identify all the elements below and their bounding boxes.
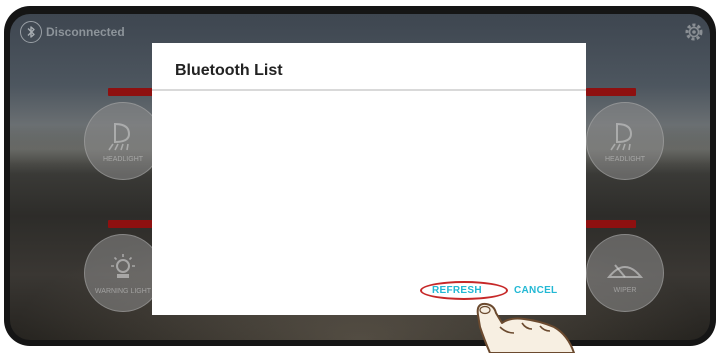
headlight-button-right[interactable]: HEADLIGHT bbox=[586, 102, 664, 180]
device-list bbox=[152, 91, 586, 271]
wiper-button[interactable]: WIPER bbox=[586, 234, 664, 312]
bluetooth-list-dialog: Bluetooth List REFRESH CANCEL bbox=[152, 43, 586, 315]
headlight-indicator-left bbox=[108, 88, 158, 96]
control-label: WARNING LIGHT bbox=[94, 287, 152, 295]
headlight-button-left[interactable]: HEADLIGHT bbox=[84, 102, 162, 180]
gear-icon[interactable] bbox=[682, 20, 706, 44]
control-label: WIPER bbox=[613, 286, 637, 294]
wiper-indicator bbox=[586, 220, 636, 228]
control-label: HEADLIGHT bbox=[604, 155, 646, 163]
headlight-icon bbox=[108, 122, 131, 150]
dialog-title: Bluetooth List bbox=[175, 62, 283, 79]
connection-status: Disconnected bbox=[20, 21, 125, 43]
bluetooth-icon[interactable] bbox=[20, 21, 42, 43]
status-text: Disconnected bbox=[46, 25, 125, 39]
pointing-hand-icon bbox=[476, 302, 575, 353]
warning-indicator bbox=[108, 220, 158, 228]
warning-light-icon bbox=[111, 253, 135, 278]
headlight-icon bbox=[610, 122, 633, 150]
headlight-indicator-right bbox=[586, 88, 636, 96]
control-label: HEADLIGHT bbox=[102, 155, 144, 163]
wiper-icon bbox=[606, 263, 644, 278]
warning-light-button[interactable]: WARNING LIGHT bbox=[84, 234, 162, 312]
